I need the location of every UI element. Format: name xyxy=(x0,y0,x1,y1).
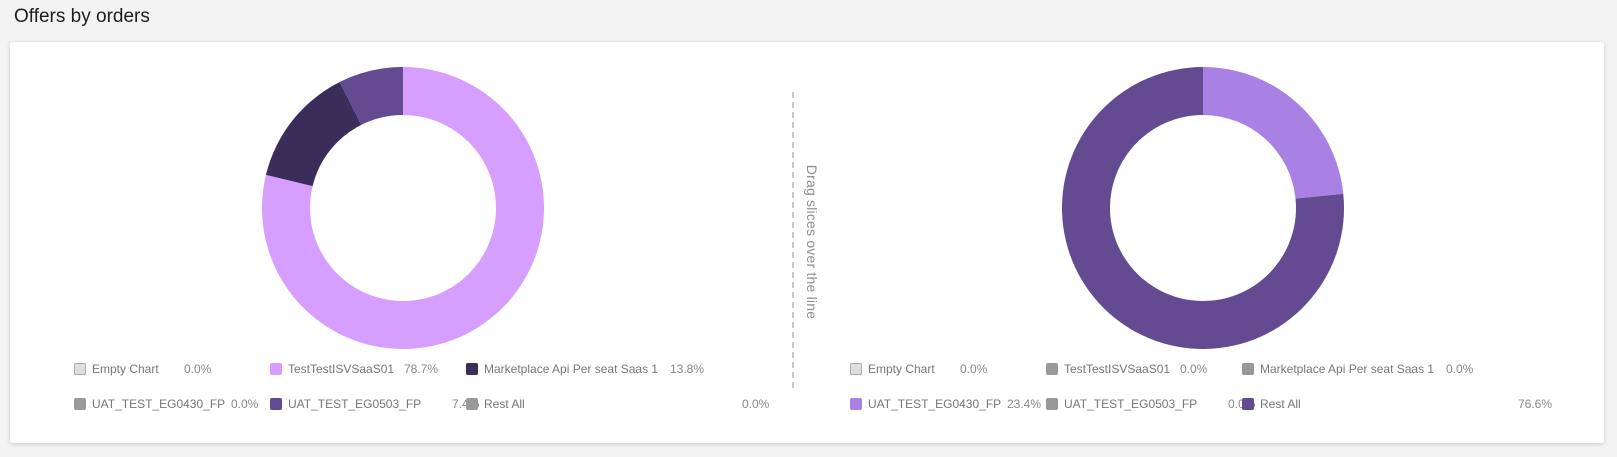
legend-item-uat-test-eg0503-fp[interactable]: UAT_TEST_EG0503_FP0.0% xyxy=(1046,396,1255,412)
legend-value: 0.0% xyxy=(960,362,988,376)
legend-swatch xyxy=(270,363,282,375)
legend-label: Marketplace Api Per seat Saas 1 xyxy=(484,362,659,376)
legend-label: TestTestISVSaaS01 xyxy=(1064,362,1171,376)
legend-value: 76.6% xyxy=(1518,397,1553,411)
legend-item-rest-all[interactable]: Rest All 76.6% xyxy=(1242,396,1552,412)
legend-item-marketplace-api-per-seat-saas-1[interactable]: Marketplace Api Per seat Saas 1 0.0% xyxy=(1242,361,1473,377)
legend-item-marketplace-api-per-seat-saas-1[interactable]: Marketplace Api Per seat Saas 1 13.8% xyxy=(466,361,704,377)
legend-swatch xyxy=(850,363,862,375)
legend-label: Empty Chart xyxy=(868,362,935,376)
legend-swatch xyxy=(270,398,282,410)
legend-swatch xyxy=(74,363,86,375)
legend-item-uat-test-eg0430-fp[interactable]: UAT_TEST_EG0430_FP 0.0% xyxy=(74,396,258,412)
drag-hint-label: Drag slices over the line xyxy=(804,164,820,320)
legend-swatch xyxy=(1242,363,1254,375)
legend-swatch xyxy=(466,363,478,375)
legend-label: UAT_TEST_EG0503_FP xyxy=(288,397,422,411)
legend-item-uat-test-eg0503-fp[interactable]: UAT_TEST_EG0503_FP7.4% xyxy=(270,396,479,412)
legend-item-testtestisvsaas01[interactable]: TestTestISVSaaS01 78.7% xyxy=(270,361,438,377)
legend-item-empty-chart[interactable]: Empty Chart 0.0% xyxy=(74,361,211,377)
donut-chart-left[interactable] xyxy=(258,63,548,353)
legend-item-uat-test-eg0430-fp[interactable]: UAT_TEST_EG0430_FP 23.4% xyxy=(850,396,1041,412)
legend-value: 0.0% xyxy=(184,362,212,376)
legend-label: TestTestISVSaaS01 xyxy=(288,362,395,376)
legend-label: Empty Chart xyxy=(92,362,159,376)
page-title: Offers by orders xyxy=(14,6,150,27)
donut-slice-marketplace-api-per-seat-saas-1[interactable] xyxy=(265,81,362,187)
legend-value: 0.0% xyxy=(742,397,770,411)
legend-label: Rest All xyxy=(484,397,525,411)
legend-item-empty-chart[interactable]: Empty Chart 0.0% xyxy=(850,361,987,377)
legend-label: UAT_TEST_EG0430_FP xyxy=(868,397,1002,411)
legend-value: 13.8% xyxy=(670,362,705,376)
legend-swatch xyxy=(74,398,86,410)
legend-value: 0.0% xyxy=(1446,362,1474,376)
donut-chart-right[interactable] xyxy=(1058,63,1348,353)
legend-label: Marketplace Api Per seat Saas 1 xyxy=(1260,362,1435,376)
legend-swatch xyxy=(1242,398,1254,410)
legend-swatch xyxy=(1046,363,1058,375)
legend-swatch xyxy=(850,398,862,410)
legend-value: 0.0% xyxy=(1180,362,1208,376)
donut-slice-uat-test-eg0430-fp[interactable] xyxy=(1203,67,1344,199)
legend-swatch xyxy=(1046,398,1058,410)
legend-value: 23.4% xyxy=(1007,397,1042,411)
legend-value: 0.0% xyxy=(231,397,259,411)
legend-swatch xyxy=(466,398,478,410)
legend-label: Rest All xyxy=(1260,397,1301,411)
legend-value: 78.7% xyxy=(404,362,439,376)
legend-label: UAT_TEST_EG0430_FP xyxy=(92,397,226,411)
drop-divider-line[interactable] xyxy=(792,92,794,388)
legend-label: UAT_TEST_EG0503_FP xyxy=(1064,397,1198,411)
legend-item-testtestisvsaas01[interactable]: TestTestISVSaaS01 0.0% xyxy=(1046,361,1207,377)
legend-item-rest-all[interactable]: Rest All 0.0% xyxy=(466,396,769,412)
